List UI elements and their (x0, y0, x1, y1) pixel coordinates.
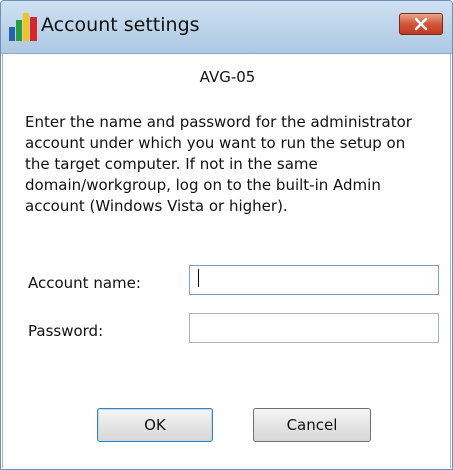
cancel-button[interactable]: Cancel (253, 408, 371, 442)
ok-button[interactable]: OK (97, 408, 213, 442)
password-label: Password: (28, 322, 104, 340)
instructions-text: Enter the name and password for the admi… (25, 113, 412, 215)
dialog-body: AVG-05 Enter the name and password for t… (2, 54, 451, 468)
password-input[interactable] (189, 313, 439, 343)
close-x-icon (414, 17, 428, 31)
account-name-label: Account name: (28, 274, 141, 292)
target-computer-name: AVG-05 (199, 68, 256, 86)
avg-logo-icon (9, 13, 37, 41)
account-settings-dialog: Account settings AVG-05 Enter the name a… (0, 0, 453, 470)
text-caret (198, 269, 199, 287)
close-button[interactable] (399, 13, 443, 35)
window-title: Account settings (41, 14, 200, 36)
account-name-input[interactable] (189, 265, 439, 295)
title-bar[interactable]: Account settings (1, 1, 452, 54)
